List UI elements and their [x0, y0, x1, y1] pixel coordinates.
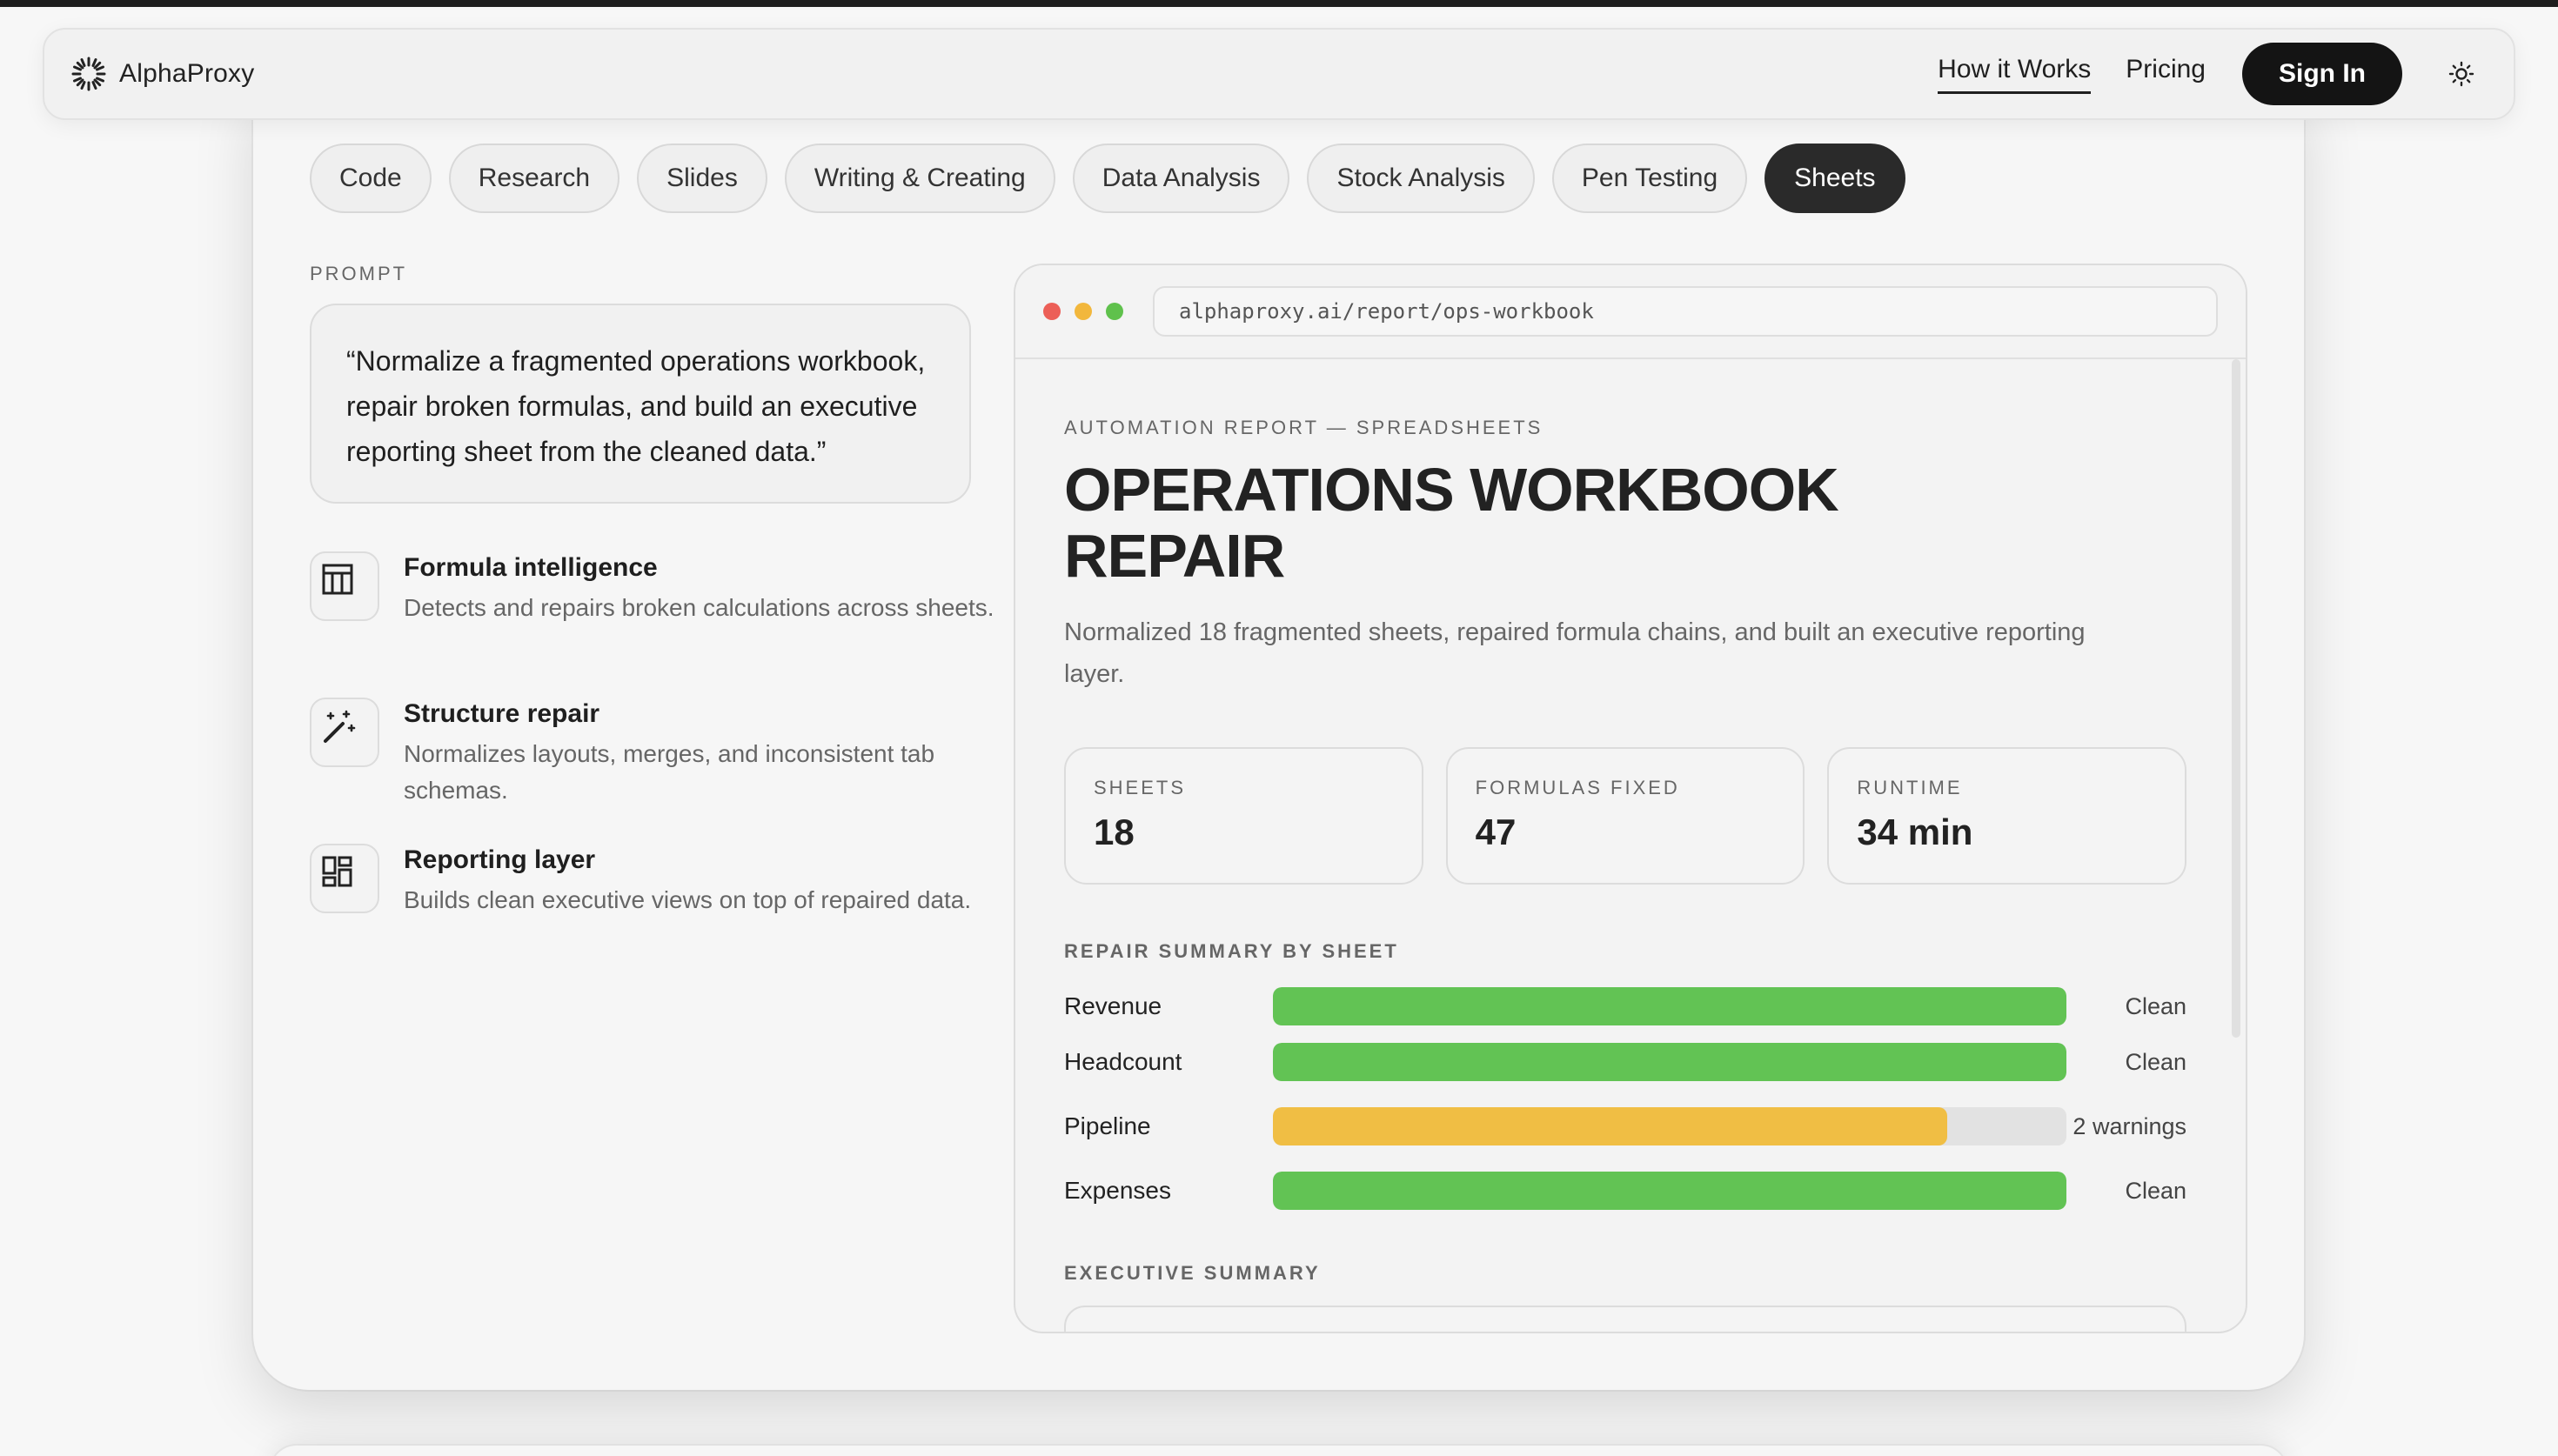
sheet-status: 2 warnings: [2073, 1113, 2186, 1139]
theme-toggle-button[interactable]: [2435, 48, 2488, 100]
minimize-dot-icon: [1075, 303, 1092, 320]
category-tabs: Code Research Slides Writing & Creating …: [310, 144, 1905, 213]
repair-row: Headcount Clean: [1064, 1034, 2186, 1090]
table-icon: [310, 551, 379, 621]
stat-card-runtime: RUNTIME 34 min: [1827, 747, 2187, 885]
report-eyebrow: AUTOMATION REPORT — SPREADSHEETS: [1064, 417, 1544, 438]
navbar: AlphaProxy How it Works Pricing Sign In: [43, 28, 2515, 120]
feature-item: Structure repair Normalizes layouts, mer…: [310, 698, 1006, 844]
stat-cards: SHEETS 18 FORMULAS FIXED 47 RUNTIME 34 m…: [1064, 747, 2187, 885]
brand-name: AlphaProxy: [119, 59, 255, 88]
prompt-label: PROMPT: [310, 263, 408, 284]
sheet-status: Clean: [2125, 1178, 2186, 1204]
tab-sheets[interactable]: Sheets: [1764, 144, 1905, 213]
feature-item: Formula intelligence Detects and repairs…: [310, 551, 1006, 698]
feature-desc: Builds clean executive views on top of r…: [404, 886, 972, 913]
feature-title: Reporting layer: [404, 845, 596, 874]
feature-desc: Detects and repairs broken calculations …: [404, 594, 994, 621]
sheet-name: Pipeline: [1064, 1112, 1151, 1139]
feature-desc: Normalizes layouts, merges, and inconsis…: [404, 740, 935, 804]
repair-row: Expenses Clean: [1064, 1163, 2186, 1219]
tab-research[interactable]: Research: [448, 144, 620, 213]
feature-item: Reporting layer Builds clean executive v…: [310, 844, 1006, 990]
brand-logo-icon: [71, 57, 106, 91]
repair-summary-label: REPAIR SUMMARY BY SHEET: [1064, 940, 1399, 962]
executive-summary-table: [1064, 1306, 2186, 1332]
sheet-name: Revenue: [1064, 992, 1162, 1019]
nav-link-pricing[interactable]: Pricing: [2126, 55, 2206, 94]
repair-summary-rows: Revenue Clean Headcount Clean Pipeline 2…: [1064, 978, 2186, 1219]
repair-row: Revenue Clean: [1064, 978, 2186, 1034]
stat-card-sheets: SHEETS 18: [1064, 747, 1423, 885]
scrollbar[interactable]: [2232, 359, 2240, 1038]
stat-value: 18: [1094, 811, 1135, 852]
sun-icon: [2448, 61, 2474, 87]
tab-slides[interactable]: Slides: [637, 144, 767, 213]
report-title: OPERATIONS WORKBOOK REPAIR: [1064, 456, 1839, 590]
address-bar[interactable]: alphaproxy.ai/report/ops-workbook: [1153, 286, 2218, 337]
stat-label: SHEETS: [1094, 777, 1187, 798]
top-edge: [0, 0, 2558, 7]
progress-fill: [1273, 1107, 1948, 1145]
browser-preview: alphaproxy.ai/report/ops-workbook AUTOMA…: [1014, 264, 2247, 1333]
stat-card-formulas-fixed: FORMULAS FIXED 47: [1445, 747, 1805, 885]
progress-track: [1273, 1043, 2066, 1081]
sign-in-button[interactable]: Sign In: [2242, 43, 2402, 105]
magic-wand-icon: [310, 698, 379, 767]
report-description: Normalized 18 fragmented sheets, repaire…: [1064, 618, 2086, 688]
nav-link-how-it-works[interactable]: How it Works: [1938, 55, 2092, 94]
tab-pen-testing[interactable]: Pen Testing: [1551, 144, 1748, 213]
stat-value: 47: [1475, 811, 1517, 852]
tab-stock-analysis[interactable]: Stock Analysis: [1307, 144, 1535, 213]
maximize-dot-icon: [1106, 303, 1123, 320]
sheet-name: Expenses: [1064, 1177, 1171, 1204]
feature-list: Formula intelligence Detects and repairs…: [310, 551, 1006, 990]
progress-fill: [1273, 1172, 2066, 1210]
tab-writing-creating[interactable]: Writing & Creating: [784, 144, 1055, 213]
browser-toolbar: alphaproxy.ai/report/ops-workbook: [1015, 265, 2246, 359]
progress-track: [1273, 1172, 2066, 1210]
sheet-name: Headcount: [1064, 1048, 1182, 1075]
executive-summary-label: EXECUTIVE SUMMARY: [1064, 1262, 1321, 1284]
progress-fill: [1273, 987, 2066, 1025]
close-dot-icon: [1043, 303, 1061, 320]
prompt-text: “Normalize a fragmented operations workb…: [310, 304, 971, 504]
brand[interactable]: AlphaProxy: [70, 56, 254, 92]
sheet-status: Clean: [2125, 1049, 2186, 1075]
progress-fill: [1273, 1043, 2066, 1081]
tab-data-analysis[interactable]: Data Analysis: [1072, 144, 1290, 213]
dashboard-icon: [310, 844, 379, 913]
repair-row: Pipeline 2 warnings: [1064, 1090, 2186, 1163]
feature-title: Structure repair: [404, 699, 600, 728]
progress-track: [1273, 1107, 2066, 1145]
next-section-card: [271, 1446, 2287, 1456]
stat-label: RUNTIME: [1857, 777, 1963, 798]
report-content: AUTOMATION REPORT — SPREADSHEETS OPERATI…: [1064, 359, 2187, 1332]
tab-code[interactable]: Code: [310, 144, 432, 213]
feature-title: Formula intelligence: [404, 553, 658, 582]
progress-track: [1273, 987, 2066, 1025]
sheet-status: Clean: [2125, 993, 2186, 1019]
stat-value: 34 min: [1857, 811, 1973, 852]
stat-label: FORMULAS FIXED: [1475, 777, 1680, 798]
